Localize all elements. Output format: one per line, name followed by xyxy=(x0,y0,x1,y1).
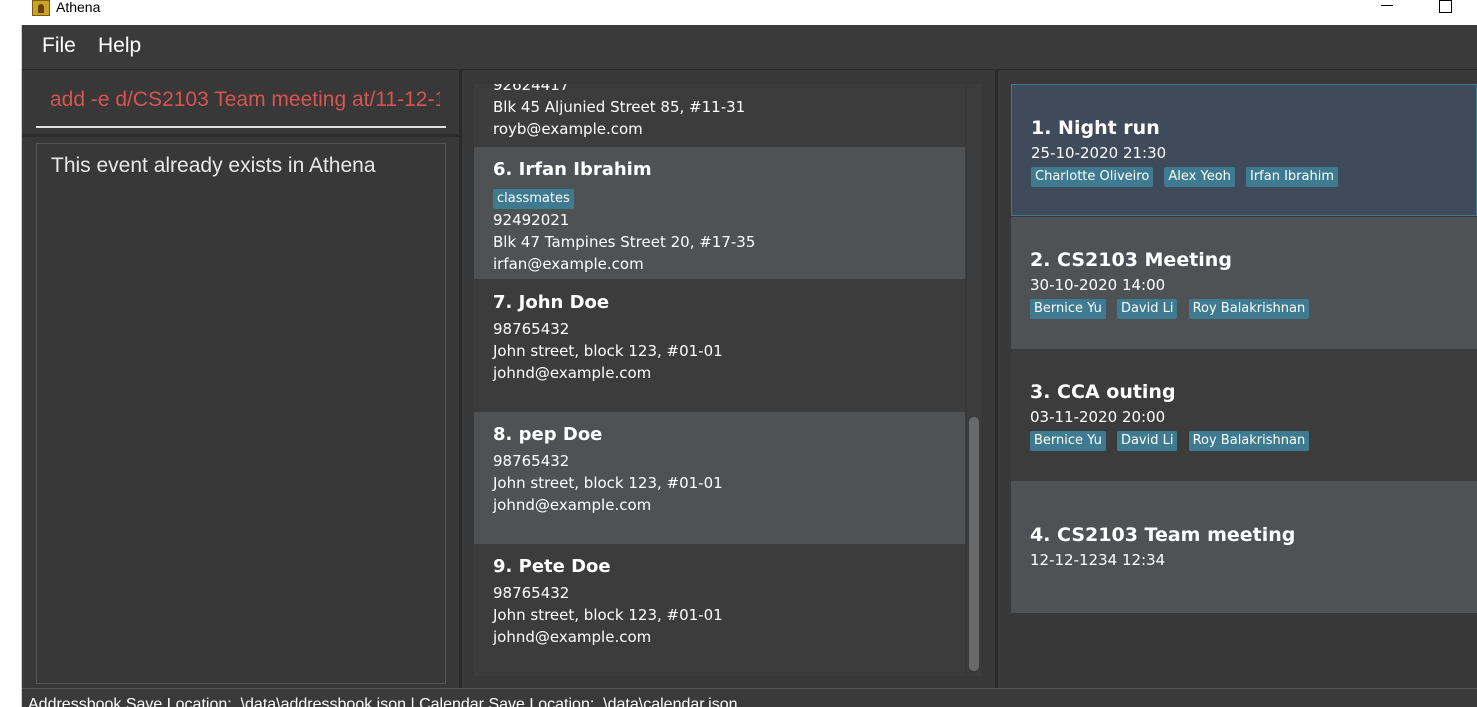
person-tag: classmates xyxy=(493,189,574,209)
event-name: 3. CCA outing xyxy=(1030,381,1176,403)
person-name: 7. John Doe xyxy=(493,292,610,313)
person-list-scrollbar[interactable] xyxy=(967,84,981,676)
result-display: This event already exists in Athena xyxy=(36,143,446,684)
event-tag: Bernice Yu xyxy=(1030,299,1106,319)
person-card[interactable]: 9. Pete Doe 98765432 John street, block … xyxy=(474,544,965,676)
minimize-icon[interactable] xyxy=(1373,0,1401,22)
status-text: Addressbook Save Location: .\data\addres… xyxy=(28,696,738,707)
event-name: 1. Night run xyxy=(1031,117,1160,139)
title-bar: Athena xyxy=(0,0,1477,25)
event-card[interactable]: 3. CCA outing 03-11-2020 20:00 Bernice Y… xyxy=(1011,349,1477,481)
event-card[interactable]: 4. CS2103 Team meeting 12-12-1234 12:34 xyxy=(1011,481,1477,613)
person-phone: 98765432 xyxy=(493,320,570,338)
status-bar: Addressbook Save Location: .\data\addres… xyxy=(22,688,1477,707)
person-card[interactable]: 92624417 Blk 45 Aljunied Street 85, #11-… xyxy=(474,84,965,144)
event-card[interactable]: 2. CS2103 Meeting 30-10-2020 14:00 Berni… xyxy=(1011,217,1477,349)
window-border xyxy=(0,25,22,707)
person-list[interactable]: 92624417 Blk 45 Aljunied Street 85, #11-… xyxy=(474,84,965,676)
person-address: John street, block 123, #01-01 xyxy=(493,606,723,624)
event-tag: David Li xyxy=(1116,299,1178,319)
event-datetime: 25-10-2020 21:30 xyxy=(1031,144,1167,162)
person-email: johnd@example.com xyxy=(493,496,652,514)
maximize-icon[interactable] xyxy=(1432,0,1460,22)
person-card[interactable]: 6. Irfan Ibrahim classmates 92492021 Blk… xyxy=(474,147,965,279)
person-phone: 98765432 xyxy=(493,584,570,602)
menu-bar: File Help xyxy=(22,25,1477,70)
person-name: 9. Pete Doe xyxy=(493,556,611,577)
menu-file[interactable]: File xyxy=(42,34,76,58)
main-window: File Help add -e d/CS2103 Team meeting a… xyxy=(22,25,1477,707)
event-name: 2. CS2103 Meeting xyxy=(1030,249,1232,271)
event-tag: Charlotte Oliveiro xyxy=(1031,167,1154,187)
person-email: royb@example.com xyxy=(493,120,643,138)
window-title: Athena xyxy=(56,0,101,15)
app-icon xyxy=(32,0,50,16)
event-datetime: 12-12-1234 12:34 xyxy=(1030,551,1166,569)
person-email: johnd@example.com xyxy=(493,364,652,382)
person-list-panel: 92624417 Blk 45 Aljunied Street 85, #11-… xyxy=(462,70,995,688)
person-name: 6. Irfan Ibrahim xyxy=(493,159,652,180)
menu-help[interactable]: Help xyxy=(98,34,141,58)
command-input[interactable]: add -e d/CS2103 Team meeting at/11-12-1 xyxy=(50,88,440,112)
event-tag: Irfan Ibrahim xyxy=(1246,167,1339,187)
event-name: 4. CS2103 Team meeting xyxy=(1030,524,1296,546)
event-tag: Roy Balakrishnan xyxy=(1188,431,1310,451)
person-phone: 92624417 xyxy=(493,84,570,94)
event-tag: Alex Yeoh xyxy=(1164,167,1235,187)
person-address: Blk 45 Aljunied Street 85, #11-31 xyxy=(493,98,746,116)
person-address: Blk 47 Tampines Street 20, #17-35 xyxy=(493,233,756,251)
event-datetime: 03-11-2020 20:00 xyxy=(1030,408,1166,426)
event-card[interactable]: 1. Night run 25-10-2020 21:30 Charlotte … xyxy=(1011,84,1477,216)
person-address: John street, block 123, #01-01 xyxy=(493,474,723,492)
person-card[interactable]: 8. pep Doe 98765432 John street, block 1… xyxy=(474,412,965,544)
event-tag: Roy Balakrishnan xyxy=(1188,299,1310,319)
event-tag: David Li xyxy=(1116,431,1178,451)
event-list-panel: 1. Night run 25-10-2020 21:30 Charlotte … xyxy=(998,70,1477,688)
person-address: John street, block 123, #01-01 xyxy=(493,342,723,360)
person-phone: 98765432 xyxy=(493,452,570,470)
event-datetime: 30-10-2020 14:00 xyxy=(1030,276,1166,294)
person-phone: 92492021 xyxy=(493,211,570,229)
person-name: 8. pep Doe xyxy=(493,424,603,445)
person-email: irfan@example.com xyxy=(493,255,644,273)
event-tag: Bernice Yu xyxy=(1030,431,1106,451)
scrollbar-thumb[interactable] xyxy=(969,417,979,671)
person-card[interactable]: 7. John Doe 98765432 John street, block … xyxy=(474,280,965,412)
divider xyxy=(22,134,459,137)
command-pane: add -e d/CS2103 Team meeting at/11-12-1 … xyxy=(22,70,459,688)
result-message: This event already exists in Athena xyxy=(51,154,376,177)
person-email: johnd@example.com xyxy=(493,628,652,646)
command-box[interactable]: add -e d/CS2103 Team meeting at/11-12-1 xyxy=(36,82,446,128)
